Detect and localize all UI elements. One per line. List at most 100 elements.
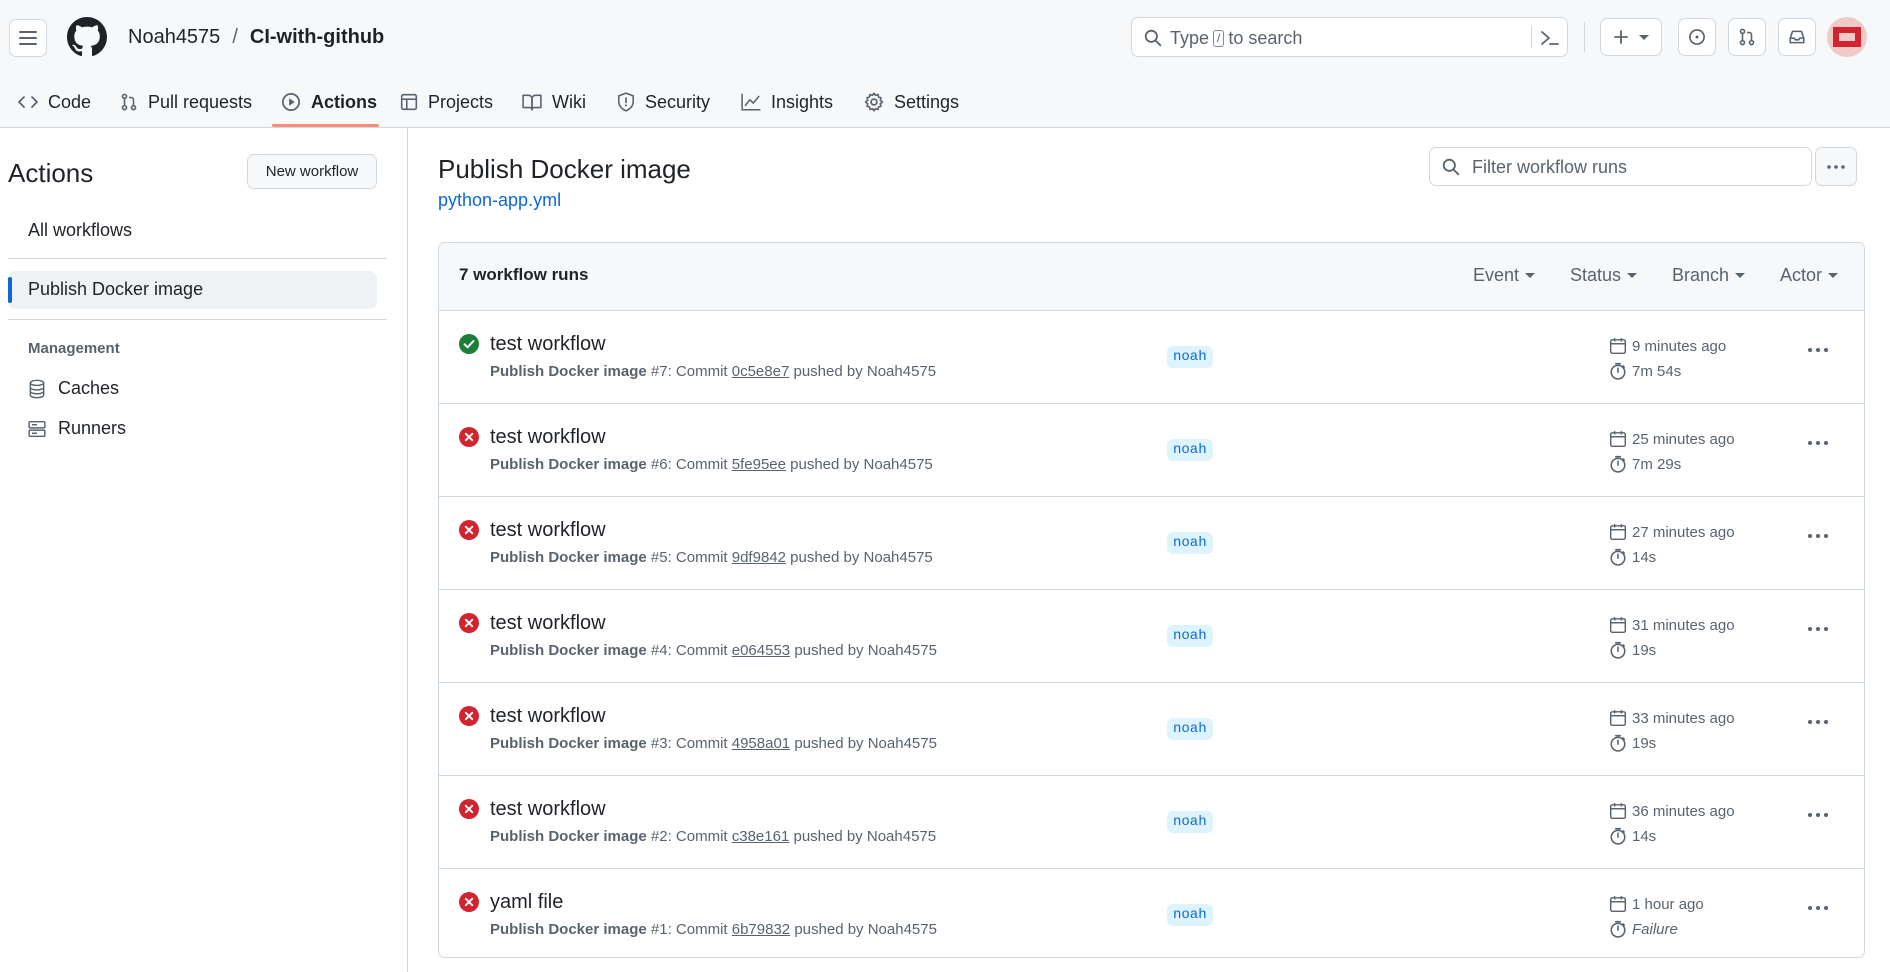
branch-label[interactable]: noah [1167,625,1213,647]
run-title[interactable]: test workflow [490,612,606,635]
run-actions-button[interactable] [1807,347,1829,353]
new-workflow-button[interactable]: New workflow [247,154,377,189]
sidebar-item-caches[interactable]: Caches [28,378,119,399]
run-pushed-by: pushed by Noah4575 [790,642,937,659]
calendar-icon [1609,431,1627,448]
run-actions-button[interactable] [1807,533,1829,539]
run-title[interactable]: test workflow [490,705,606,728]
run-time-ago: 9 minutes ago [1632,337,1727,355]
branch-label[interactable]: noah [1167,811,1213,833]
github-logo-icon[interactable] [67,17,107,57]
commit-sha-link[interactable]: 9df9842 [732,549,786,566]
commit-sha-link[interactable]: e064553 [732,642,790,659]
tab-settings[interactable]: Settings [864,78,959,126]
calendar-icon [1609,896,1627,913]
search-placeholder-post: to search [1228,28,1303,48]
avatar[interactable] [1827,17,1867,57]
issues-button[interactable] [1678,18,1716,56]
commit-sha-link[interactable]: c38e161 [732,828,790,845]
filter-branch[interactable]: Branch [1672,265,1746,286]
workflow-run-row[interactable]: test workflow Publish Docker image #5: C… [439,497,1864,590]
branch-label[interactable]: noah [1167,532,1213,554]
workflow-run-row[interactable]: test workflow Publish Docker image #4: C… [439,590,1864,683]
chevron-down-icon [1735,273,1746,278]
global-header: Noah4575 / CI-with-github Type / to search… [0,0,1890,128]
branch-label[interactable]: noah [1167,904,1213,926]
run-title[interactable]: test workflow [490,798,606,821]
workflow-run-row[interactable]: test workflow Publish Docker image #2: C… [439,776,1864,869]
tab-wiki[interactable]: Wiki [522,78,586,126]
commit-sha-link[interactable]: 4958a01 [732,735,790,752]
run-number: #6: Commit [646,456,732,473]
run-actions-button[interactable] [1807,812,1829,818]
command-palette-divider [1531,26,1532,48]
run-number: #2: Commit [646,828,732,845]
run-title[interactable]: test workflow [490,519,606,542]
branch-label[interactable]: noah [1167,439,1213,461]
breadcrumb-owner[interactable]: Noah4575 [128,24,220,50]
run-title[interactable]: test workflow [490,333,606,356]
kebab-horizontal-icon [1808,441,1828,445]
runs-list-header: 7 workflow runs Event Status Branch Acto… [439,243,1864,311]
run-duration-value: 19s [1632,734,1657,752]
menu-button[interactable] [9,19,47,57]
workflow-run-row[interactable]: test workflow Publish Docker image #7: C… [439,311,1864,404]
search-placeholder-pre: Type [1170,28,1210,48]
create-new-button[interactable] [1600,18,1662,56]
filter-event[interactable]: Event [1473,265,1536,286]
run-duration-value: 14s [1632,827,1657,845]
run-actions-button[interactable] [1807,719,1829,725]
run-timestamp: 9 minutes ago [1609,337,1726,355]
workflow-runs-main: Publish Docker image python-app.yml Filt… [408,128,1890,972]
filter-runs-input[interactable]: Filter workflow runs [1429,147,1812,186]
x-circle-icon [459,427,479,447]
tab-code[interactable]: Code [18,78,91,126]
sidebar-item-publish-docker-image[interactable]: Publish Docker image [8,271,377,309]
run-actions-button[interactable] [1807,905,1829,911]
workflow-run-row[interactable]: yaml file Publish Docker image #1: Commi… [439,869,1864,957]
global-search-input[interactable]: Type / to search [1131,17,1568,57]
tab-security[interactable]: Security [617,78,710,126]
branch-label[interactable]: noah [1167,718,1213,740]
tab-actions[interactable]: Actions [281,78,377,126]
run-time-ago: 33 minutes ago [1632,709,1735,727]
sidebar-item-all-workflows[interactable]: All workflows [28,220,132,241]
stopwatch-icon [1610,827,1626,845]
run-actions-button[interactable] [1807,440,1829,446]
database-icon [29,379,45,398]
pull-requests-button[interactable] [1728,18,1766,56]
graph-icon [741,93,761,111]
workflow-run-row[interactable]: test workflow Publish Docker image #3: C… [439,683,1864,776]
commit-sha-link[interactable]: 5fe95ee [732,456,786,473]
selected-indicator [8,277,12,303]
tab-pull-requests[interactable]: Pull requests [120,78,252,126]
filter-label: Event [1473,265,1520,285]
filter-status[interactable]: Status [1570,265,1638,286]
commit-sha-link[interactable]: 6b79832 [732,921,790,938]
tab-projects[interactable]: Projects [400,78,493,126]
more-options-button[interactable] [1815,147,1857,186]
breadcrumb-repo[interactable]: CI-with-github [250,24,384,50]
workflow-run-row[interactable]: test workflow Publish Docker image #6: C… [439,404,1864,497]
run-title[interactable]: test workflow [490,426,606,449]
runs-rows: test workflow Publish Docker image #7: C… [439,311,1864,957]
inbox-button[interactable] [1778,18,1816,56]
x-circle-icon [459,706,479,726]
calendar-icon [1609,803,1627,820]
branch-label[interactable]: noah [1167,346,1213,368]
filter-actor[interactable]: Actor [1780,265,1839,286]
actions-sidebar: Actions New workflow All workflows Publi… [0,128,408,972]
workflow-file-link[interactable]: python-app.yml [438,190,561,211]
command-palette-icon[interactable] [1540,29,1560,47]
tab-label: Security [645,91,711,112]
run-actions-button[interactable] [1807,626,1829,632]
tab-insights[interactable]: Insights [741,78,833,126]
sidebar-item-label: Caches [58,378,120,398]
search-icon [1442,158,1460,176]
breadcrumb-separator: / [232,26,238,48]
run-pushed-by: pushed by Noah4575 [790,921,937,938]
kebab-horizontal-icon [1808,813,1828,817]
commit-sha-link[interactable]: 0c5e8e7 [732,363,790,380]
run-title[interactable]: yaml file [490,891,563,914]
sidebar-item-runners[interactable]: Runners [28,418,126,439]
